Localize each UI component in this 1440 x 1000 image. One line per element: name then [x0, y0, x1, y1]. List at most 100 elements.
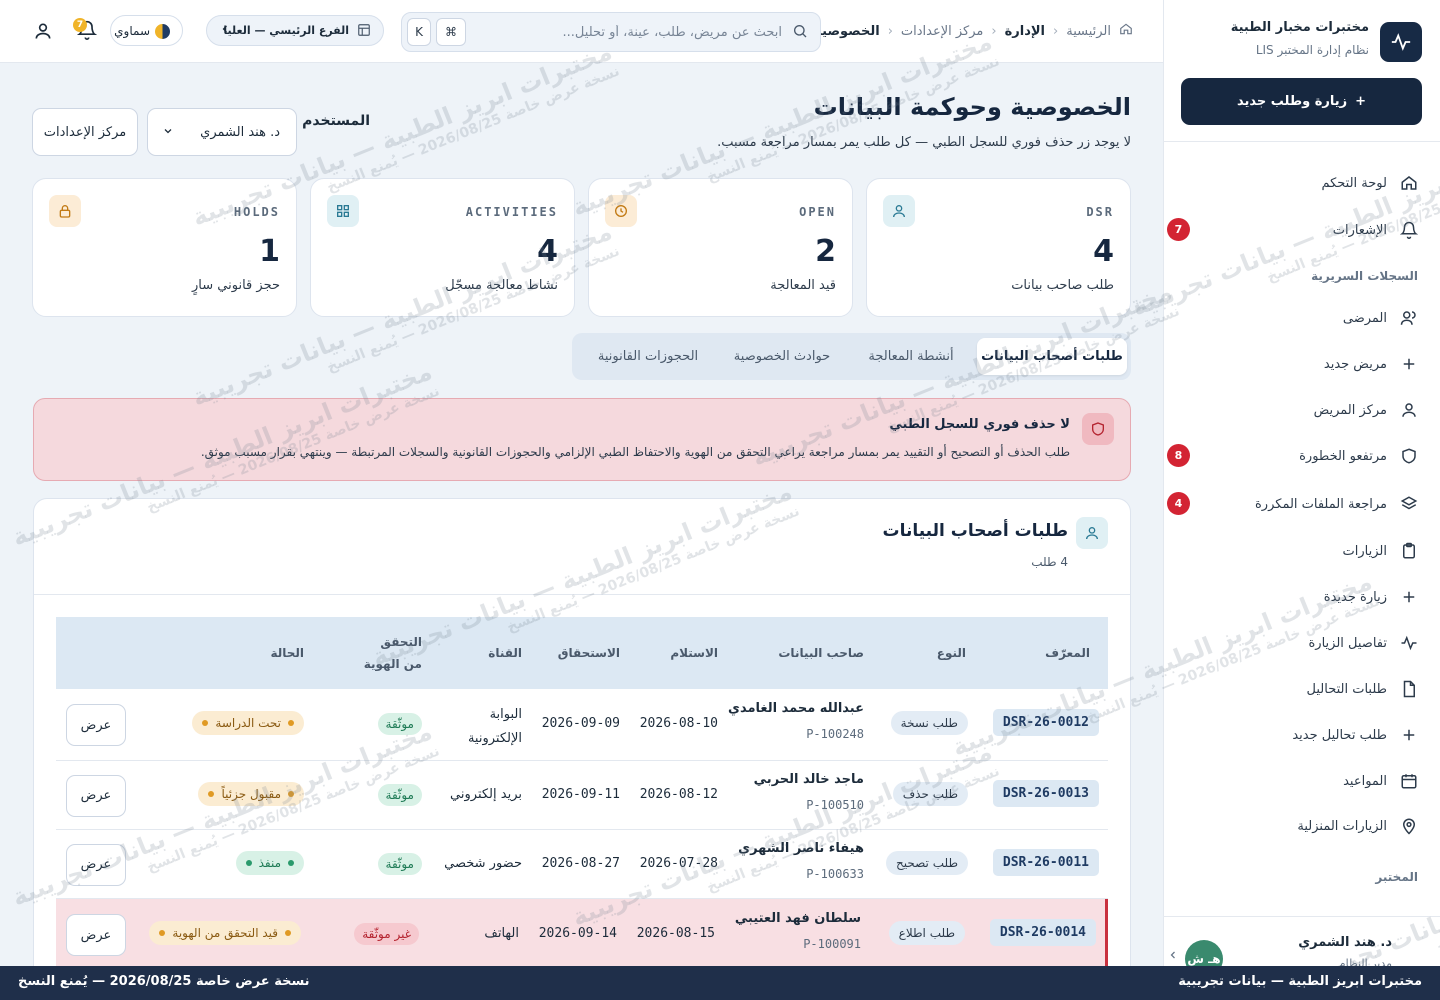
chevron-left-icon[interactable] [1163, 945, 1183, 965]
status-badge: تحت الدراسة [192, 711, 304, 735]
activity-icon [1398, 632, 1420, 654]
view-button[interactable]: عرض [66, 704, 126, 746]
channel: حضور شخصي [444, 855, 522, 871]
no-delete-alert: لا حذف فوري للسجل الطبي طلب الحذف أو الت… [33, 398, 1131, 481]
sidebar-item-shield[interactable]: مرتفعو الخطورة 8 [1167, 438, 1420, 474]
breadcrumb: الرئيسية ‹ الإدارة ‹ مركز الإعدادات ‹ ال… [814, 22, 1133, 40]
status-dot [159, 930, 166, 936]
user-icon [1076, 517, 1108, 549]
search-icon [792, 23, 808, 43]
settings-center-button[interactable]: مركز الإعدادات [32, 108, 138, 156]
sidebar-item-label: الزيارات المنزلية [1297, 818, 1387, 834]
notification-badge: 7 [73, 18, 87, 32]
search-input[interactable] [482, 21, 782, 43]
sidebar-item-calendar[interactable]: المواعيد [1180, 763, 1420, 799]
view-button[interactable]: عرض [66, 774, 126, 817]
tab-bar: طلبات أصحاب البيانات أنشطة المعالجة حواد… [572, 333, 1131, 380]
user-icon [1398, 399, 1420, 421]
breadcrumb-admin[interactable]: الإدارة [1005, 24, 1045, 39]
kpi-label: حجز قانوني سارٍ [192, 278, 280, 293]
kpi-label: قيد المعالجة [770, 278, 836, 293]
theme-label: سماوي [114, 24, 150, 38]
tab-processing-activities[interactable]: أنشطة المعالجة [851, 338, 971, 375]
due-date: 2026-08-27 [541, 855, 620, 871]
request-id[interactable]: DSR-26-0012 [992, 709, 1099, 736]
new-visit-button[interactable]: + زيارة وطلب جديد [1181, 78, 1422, 125]
lock-icon [49, 195, 81, 227]
search-box[interactable]: ⌘ K [401, 12, 821, 52]
view-button[interactable]: عرض [66, 914, 126, 956]
breadcrumb-home[interactable]: الرئيسية [1066, 24, 1111, 39]
branch-selector[interactable]: الفرع الرئيسي — العليا [206, 15, 384, 46]
kpi-code: HOLDS [233, 205, 280, 219]
status-dot [202, 720, 209, 726]
table-title: طلبات أصحاب البيانات [882, 521, 1069, 541]
kpi-label: نشاط معالجة مسجّل [445, 278, 558, 293]
theme-toggle[interactable]: سماوي [110, 15, 183, 46]
status-badge: قيد التحقق من الهوية [149, 921, 301, 945]
section-title-clinical: السجلات السريرية [1311, 269, 1418, 283]
home-icon[interactable] [1119, 22, 1133, 40]
channel: البوابة الإلكترونية [468, 703, 522, 751]
status-text: مقبول جزئياً [221, 786, 281, 801]
user-select[interactable]: د. هند الشمري [147, 108, 297, 156]
status-dot [285, 930, 291, 936]
shield-icon [1082, 413, 1114, 445]
sidebar-item-users[interactable]: المرضى [1180, 300, 1420, 336]
brand: مختبرات مخبار الطبية نظام إدارة المختبر … [1182, 20, 1422, 64]
notifications-button[interactable]: 7 [73, 18, 98, 42]
patient-id: P-100633 [806, 866, 864, 881]
channel: بريد إلكتروني [450, 786, 522, 802]
user-menu-icon[interactable] [33, 21, 53, 45]
status-dot [288, 790, 294, 797]
kpi-card-holds: HOLDS 1 حجز قانوني سارٍ [32, 178, 297, 317]
user-filter-label: المستخدم [302, 113, 370, 129]
status-dot [208, 790, 215, 797]
status-text: منفذ [258, 855, 281, 870]
col-due: الاستحقاق [557, 646, 620, 660]
count-badge: 8 [1167, 444, 1190, 467]
pulse-logo-icon [1380, 22, 1422, 62]
received-date: 2026-08-15 [636, 926, 715, 941]
footer-brand: مختبرات ابريز الطبية — بيانات تجريبية [1178, 974, 1422, 989]
sidebar-item-home[interactable]: لوحة التحكم [1180, 165, 1420, 201]
kpi-code: OPEN [799, 205, 836, 219]
request-id[interactable]: DSR-26-0014 [989, 919, 1096, 946]
col-channel: القناة [488, 646, 522, 660]
sidebar-item-label: المرضى [1342, 310, 1387, 326]
sidebar-item-activity[interactable]: تفاصيل الزيارة [1180, 625, 1420, 661]
plus-icon [1398, 353, 1420, 375]
table-row: DSR-26-0012 طلب نسخة عبدالله محمد الغامدي P… [56, 689, 1108, 761]
sidebar-item-file[interactable]: طلبات التحاليل [1180, 671, 1420, 707]
user-icon [883, 195, 915, 227]
subject-name: عبدالله محمد الغامدي [728, 701, 864, 716]
bell-icon [1398, 219, 1420, 241]
request-id[interactable]: DSR-26-0011 [992, 848, 1099, 876]
request-id[interactable]: DSR-26-0013 [992, 779, 1099, 807]
sidebar-item-plus[interactable]: زيارة جديدة [1180, 579, 1420, 615]
kpi-card-activities: ACTIVITIES 4 نشاط معالجة مسجّل [310, 178, 575, 317]
grid-icon [327, 195, 359, 227]
sidebar-item-bell[interactable]: الإشعارات 7 [1167, 212, 1420, 248]
breadcrumb-settings[interactable]: مركز الإعدادات [901, 24, 984, 39]
identity-status-badge: غير موثّقة [354, 923, 419, 945]
tab-privacy-incidents[interactable]: حوادث الخصوصية [717, 338, 847, 375]
kpi-label: طلب صاحب بيانات [1011, 278, 1114, 293]
kpi-value: 1 [259, 234, 280, 269]
sidebar-item-layers[interactable]: مراجعة الملفات المكررة 4 [1167, 486, 1420, 522]
new-visit-label: زيارة وطلب جديد [1236, 94, 1348, 109]
status-dot [288, 859, 294, 866]
map-pin-icon [1398, 815, 1420, 837]
sidebar-item-plus[interactable]: طلب تحاليل جديد [1180, 717, 1420, 753]
users-icon [1398, 307, 1420, 329]
sidebar-item-plus[interactable]: مريض جديد [1180, 346, 1420, 382]
tab-legal-holds[interactable]: الحجوزات القانونية [583, 338, 713, 375]
view-button[interactable]: عرض [66, 843, 126, 886]
calendar-icon [1398, 770, 1420, 792]
sidebar-item-map-pin[interactable]: الزيارات المنزلية [1180, 808, 1420, 844]
tab-data-subject-requests[interactable]: طلبات أصحاب البيانات [977, 338, 1127, 375]
sidebar-item-user[interactable]: مركز المريض [1180, 392, 1420, 428]
subject-name: ماجد خالد الحربي [753, 771, 864, 787]
kpi-value: 4 [537, 234, 558, 269]
sidebar-item-clipboard[interactable]: الزيارات [1180, 533, 1420, 569]
